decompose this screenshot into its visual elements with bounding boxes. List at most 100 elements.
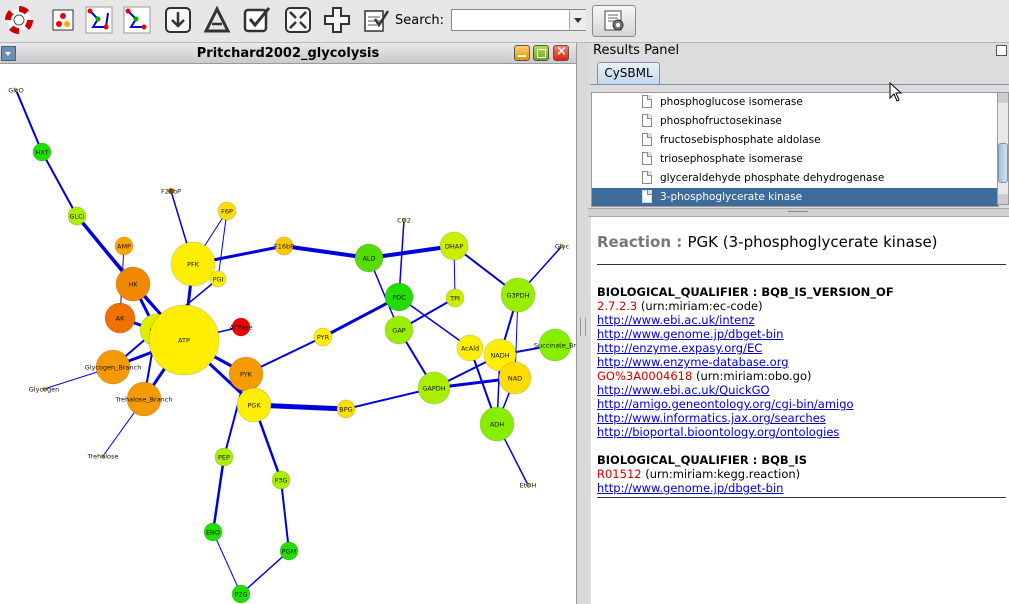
- network-node-label: GAP: [392, 327, 405, 335]
- network-node[interactable]: NAD: [498, 361, 532, 395]
- annotate-a-icon[interactable]: [202, 5, 232, 35]
- network-node[interactable]: AK: [104, 302, 136, 334]
- scrollbar-thumb[interactable]: [998, 143, 1008, 183]
- network-node[interactable]: BPG: [336, 399, 356, 419]
- annotation-link[interactable]: http://bioportal.bioontology.org/ontolog…: [597, 425, 839, 439]
- network-node[interactable]: F16bP: [274, 236, 294, 256]
- horizontal-splitter[interactable]: [588, 208, 1009, 217]
- tree-item-selected[interactable]: 3-phosphoglycerate kinase: [592, 188, 998, 206]
- tree-item[interactable]: phosphoglucose isomerase: [592, 93, 998, 112]
- network-edge[interactable]: [15, 89, 43, 153]
- network-edge[interactable]: [217, 210, 228, 280]
- network-node[interactable]: GAP: [384, 315, 414, 345]
- network-node[interactable]: PYK: [228, 356, 264, 392]
- annotation-link[interactable]: http://www.ebi.ac.uk/QuickGO: [597, 383, 770, 397]
- network-node[interactable]: GLCi: [67, 206, 87, 226]
- network-node[interactable]: PYR: [313, 327, 333, 347]
- vertical-splitter[interactable]: [577, 43, 588, 604]
- network-node-label: ATPase: [230, 324, 253, 332]
- network-import-icon[interactable]: [84, 5, 114, 35]
- network-node[interactable]: PFK: [170, 241, 216, 287]
- tree-item[interactable]: fructosebisphosphate aldolase: [592, 131, 998, 150]
- float-panel-icon[interactable]: [996, 45, 1007, 56]
- tree-item[interactable]: phosphofructosekinase: [592, 112, 998, 131]
- tab-cysbml[interactable]: CySBML: [597, 62, 660, 84]
- network-node[interactable]: AMP: [114, 236, 134, 256]
- search-options-button[interactable]: [592, 5, 636, 37]
- search-input[interactable]: [451, 9, 586, 31]
- check-icon[interactable]: [242, 5, 272, 35]
- network-node[interactable]: P2G: [231, 584, 251, 604]
- search-label: Search:: [395, 13, 445, 28]
- network-edge[interactable]: [211, 456, 226, 533]
- tree-item[interactable]: glyceraldehyde phosphate dehydrogenase: [592, 169, 998, 188]
- network-node[interactable]: PEP: [214, 447, 234, 467]
- network-node[interactable]: Succinate_Br: [534, 328, 576, 362]
- network-node[interactable]: PDC: [384, 282, 414, 312]
- network-edge[interactable]: [41, 151, 78, 217]
- layout-icon[interactable]: [48, 5, 78, 35]
- network-node[interactable]: P3G: [271, 470, 291, 490]
- network-node-label: HK: [128, 281, 138, 289]
- checklist-icon[interactable]: [361, 5, 391, 35]
- annotation-link[interactable]: http://www.ebi.ac.uk/intenz: [597, 313, 755, 327]
- annotation-link[interactable]: http://www.informatics.jax.org/searches: [597, 411, 826, 425]
- network-edge[interactable]: [280, 479, 290, 552]
- lifebuoy-icon[interactable]: [4, 5, 34, 35]
- minimize-button[interactable]: [514, 45, 530, 61]
- tree-item[interactable]: triosephosphate isomerase: [592, 150, 998, 169]
- network-edge[interactable]: [240, 550, 290, 595]
- tree-scrollbar[interactable]: [997, 92, 1009, 205]
- network-node-label: PYR: [317, 334, 330, 342]
- network-node[interactable]: TPI: [445, 288, 465, 308]
- maximize-button[interactable]: [533, 45, 549, 61]
- zoom-fit-icon[interactable]: [283, 5, 313, 35]
- network-export-icon[interactable]: [122, 5, 152, 35]
- network-node[interactable]: Glyc: [555, 243, 570, 251]
- network-node[interactable]: ENO: [203, 522, 223, 542]
- annotation-link[interactable]: http://enzyme.expasy.org/EC: [597, 341, 762, 355]
- network-node[interactable]: PGK: [236, 387, 272, 423]
- network-edge[interactable]: [212, 531, 242, 595]
- network-node[interactable]: G3PDH: [500, 277, 536, 313]
- network-node[interactable]: PGI: [209, 270, 227, 288]
- annotation-link[interactable]: http://www.genome.jp/dbget-bin: [597, 481, 783, 495]
- network-node[interactable]: GAPDH: [417, 371, 451, 405]
- search-dropdown-button[interactable]: [569, 10, 586, 30]
- network-node[interactable]: HXT: [32, 142, 52, 162]
- network-node[interactable]: Glycogen_Branch: [85, 349, 142, 385]
- network-node[interactable]: ATPase: [230, 317, 253, 337]
- network-canvas[interactable]: GlcOHXTF26bPGLCiF6PAMPPFKPGIHKAKG6PATPAT…: [0, 64, 576, 604]
- document-icon: [642, 95, 652, 108]
- network-node[interactable]: ALD: [354, 243, 384, 273]
- annotation-line: R01512 (urn:miriam:kegg.reaction): [597, 467, 801, 481]
- download-icon[interactable]: [163, 5, 193, 35]
- network-node[interactable]: PGM: [279, 541, 299, 561]
- annotation-link[interactable]: http://www.enzyme-database.org: [597, 355, 789, 369]
- network-node[interactable]: AcAld: [456, 334, 484, 362]
- network-node[interactable]: Trehalose: [87, 453, 119, 461]
- network-node-label: DHAP: [445, 243, 463, 251]
- network-node[interactable]: ADH: [479, 406, 515, 442]
- annotation-view: Reaction : PGK (3-phosphoglycerate kinas…: [591, 217, 1009, 604]
- network-node-label: AMP: [117, 243, 131, 251]
- network-window: Pritchard2002_glycolysis × GlcO HXT F26bP G…: [0, 43, 577, 604]
- network-node[interactable]: CO2: [397, 217, 411, 225]
- network-node-label: Trehalose: [87, 453, 119, 461]
- annotation-link[interactable]: http://www.genome.jp/dbget-bin: [597, 327, 783, 341]
- network-node[interactable]: EtOH: [520, 482, 537, 490]
- network-node[interactable]: HK: [115, 266, 151, 302]
- network-node[interactable]: Glycogen: [29, 386, 60, 394]
- network-node[interactable]: ATP: [148, 304, 220, 376]
- network-node[interactable]: Trehalose_Branch: [115, 381, 173, 417]
- close-button[interactable]: ×: [553, 44, 569, 61]
- network-node-label: PYK: [240, 371, 253, 379]
- network-node[interactable]: F6P: [217, 201, 237, 221]
- annotation-link[interactable]: http://amigo.geneontology.org/cgi-bin/am…: [597, 397, 854, 411]
- network-node[interactable]: DHAP: [439, 231, 469, 261]
- network-node[interactable]: GlcO: [8, 87, 24, 95]
- network-node-label: P3G: [274, 477, 287, 485]
- network-node[interactable]: F26bP: [161, 188, 181, 196]
- zoom-in-icon[interactable]: [322, 5, 352, 35]
- network-node-label: Trehalose_Branch: [115, 396, 173, 404]
